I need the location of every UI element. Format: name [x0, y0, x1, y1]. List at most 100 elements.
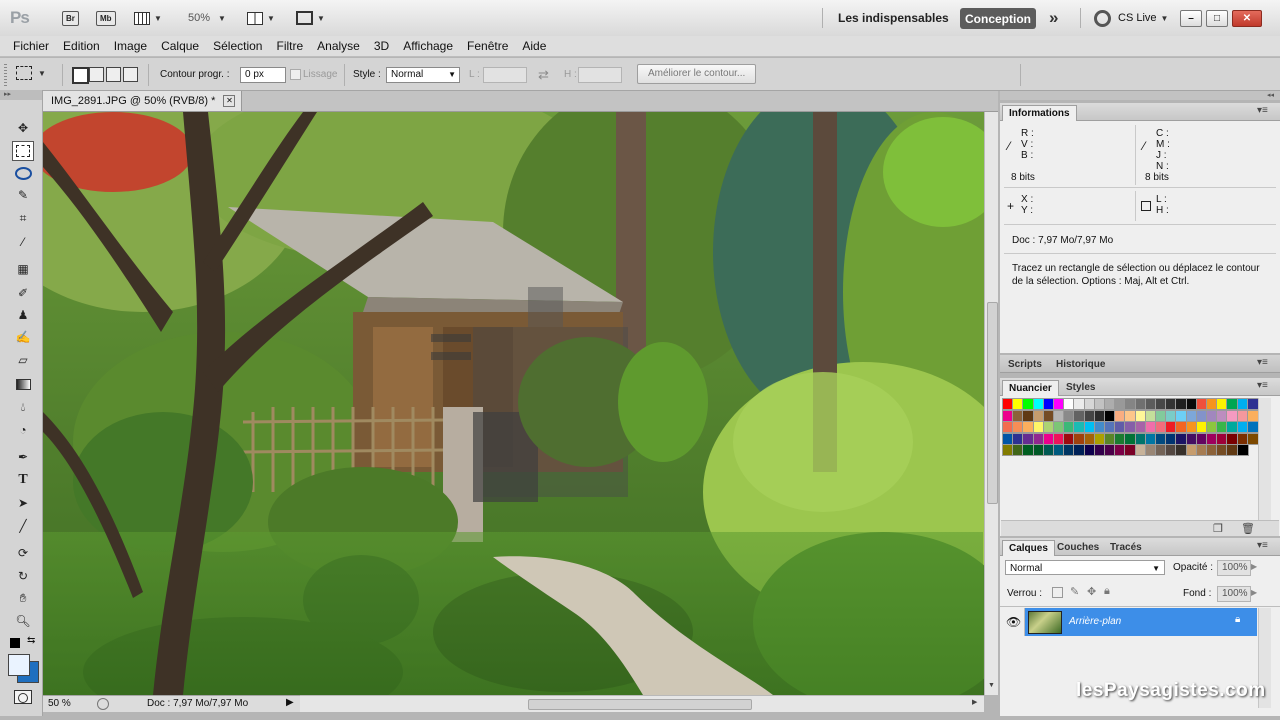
eye-icon[interactable]: 👁︎: [1006, 615, 1021, 629]
pen-tool-icon[interactable]: ✒: [12, 447, 34, 467]
color-swatch[interactable]: [1114, 444, 1127, 456]
close-document-button[interactable]: ✕: [223, 95, 236, 107]
line-tool-icon[interactable]: ╱: [12, 516, 34, 536]
color-swatch[interactable]: [1104, 432, 1116, 445]
color-swatch[interactable]: [1246, 398, 1259, 410]
color-swatch[interactable]: [1083, 432, 1096, 445]
brush-tool-icon[interactable]: ✐: [12, 283, 34, 303]
status-menu-arrow-icon[interactable]: ▶: [286, 697, 294, 708]
color-swatch[interactable]: [1175, 444, 1188, 456]
workspace-essentials[interactable]: Les indispensables: [838, 11, 949, 25]
new-selection-mode-button[interactable]: [72, 67, 89, 84]
color-swatch[interactable]: [1124, 444, 1137, 456]
feather-input[interactable]: 0 px: [240, 67, 286, 83]
color-swatch[interactable]: [1175, 409, 1188, 422]
color-swatch[interactable]: [1073, 444, 1086, 456]
style-select[interactable]: Normal ▼: [386, 67, 460, 83]
tool-preset-picker[interactable]: ▼: [16, 66, 46, 80]
color-swatch[interactable]: [1165, 409, 1178, 422]
color-swatch[interactable]: [1093, 432, 1106, 445]
quick-selection-tool-icon[interactable]: ✎: [12, 185, 34, 205]
lock-all-icon[interactable]: 🔒︎: [1104, 585, 1110, 598]
tab-channels[interactable]: Couches: [1051, 540, 1105, 555]
menu-file[interactable]: Fichier: [6, 39, 56, 53]
menu-analysis[interactable]: Analyse: [310, 39, 367, 53]
eyedropper-tool-icon[interactable]: ⁄: [12, 232, 34, 252]
menu-window[interactable]: Fenêtre: [460, 39, 515, 53]
color-swatch[interactable]: [1246, 421, 1259, 433]
menu-layer[interactable]: Calque: [154, 39, 206, 53]
color-swatch[interactable]: [1155, 421, 1167, 433]
color-swatch[interactable]: [1134, 432, 1147, 445]
color-swatch[interactable]: [1134, 421, 1147, 433]
color-swatch[interactable]: [1093, 398, 1106, 410]
menu-edit[interactable]: Edition: [56, 39, 107, 53]
color-swatch[interactable]: [1002, 444, 1014, 456]
layer-row-background[interactable]: 👁︎ Arrière-plan 🔒︎: [1001, 608, 1257, 636]
crop-tool-icon[interactable]: ⌗: [12, 208, 34, 228]
scroll-right-arrow-icon[interactable]: ▶: [972, 698, 977, 706]
tab-styles[interactable]: Styles: [1060, 380, 1101, 395]
color-swatch[interactable]: [1155, 432, 1167, 445]
color-swatch[interactable]: [1236, 432, 1249, 445]
color-swatch[interactable]: [1053, 421, 1065, 433]
color-swatch[interactable]: [1155, 444, 1167, 456]
color-swatch[interactable]: [1114, 398, 1127, 410]
color-swatch[interactable]: [1206, 432, 1218, 445]
color-swatch[interactable]: [1002, 432, 1014, 445]
color-swatch[interactable]: [1185, 444, 1198, 456]
tab-swatches[interactable]: Nuancier: [1002, 380, 1059, 396]
color-swatch[interactable]: [1104, 421, 1116, 433]
collapse-tools-button[interactable]: ▸▸: [0, 90, 42, 100]
color-swatch[interactable]: [1236, 409, 1249, 422]
foreground-color-swatch[interactable]: [8, 654, 30, 676]
color-swatch[interactable]: [1032, 421, 1045, 433]
3d-rotate-tool-icon[interactable]: ⟳: [12, 543, 34, 563]
color-swatch[interactable]: [1195, 432, 1208, 445]
spot-healing-tool-icon[interactable]: ▦: [12, 259, 34, 279]
swap-colors-icon[interactable]: ⇆: [27, 635, 35, 646]
color-swatch[interactable]: [1073, 398, 1086, 410]
color-swatch[interactable]: [1114, 409, 1127, 422]
color-swatch[interactable]: [1022, 444, 1035, 456]
mini-bridge-button[interactable]: Mb: [96, 9, 116, 27]
menu-filter[interactable]: Filtre: [269, 39, 310, 53]
color-swatch[interactable]: [1063, 432, 1076, 445]
chevron-right-icon[interactable]: ▶: [1251, 588, 1257, 597]
panel-menu-icon[interactable]: ▾≡: [1257, 357, 1268, 368]
color-swatch[interactable]: [1155, 409, 1167, 422]
color-swatch[interactable]: [1093, 409, 1106, 422]
type-tool-icon[interactable]: T: [12, 470, 34, 490]
horizontal-scroll-thumb[interactable]: [528, 699, 752, 710]
color-swatch[interactable]: [1022, 409, 1035, 422]
color-swatch[interactable]: [1022, 432, 1035, 445]
color-swatch[interactable]: [1012, 421, 1025, 433]
cs-live-menu[interactable]: CS Live ▼: [1118, 12, 1168, 24]
grip-handle[interactable]: [4, 64, 7, 86]
color-swatch[interactable]: [1124, 421, 1137, 433]
color-swatch[interactable]: [1042, 398, 1055, 410]
color-swatch[interactable]: [1144, 409, 1157, 422]
color-swatch[interactable]: [1053, 444, 1065, 456]
color-swatch[interactable]: [1073, 421, 1086, 433]
color-swatch[interactable]: [1226, 432, 1239, 445]
color-swatch[interactable]: [1206, 409, 1218, 422]
color-swatch[interactable]: [1022, 421, 1035, 433]
color-swatch[interactable]: [1124, 432, 1137, 445]
color-swatch[interactable]: [1114, 432, 1127, 445]
color-swatch[interactable]: [1144, 398, 1157, 410]
color-swatch[interactable]: [1165, 432, 1178, 445]
color-swatch[interactable]: [1226, 398, 1239, 410]
color-swatch[interactable]: [1236, 398, 1249, 410]
panel-menu-icon[interactable]: ▾≡: [1257, 540, 1268, 551]
color-swatch[interactable]: [1175, 421, 1188, 433]
vertical-scrollbar[interactable]: ▼: [984, 112, 999, 695]
blend-mode-select[interactable]: Normal ▼: [1005, 560, 1165, 575]
color-swatch[interactable]: [1226, 421, 1239, 433]
color-swatch[interactable]: [1022, 398, 1035, 410]
color-swatch[interactable]: [1185, 421, 1198, 433]
color-swatch[interactable]: [1002, 409, 1014, 422]
color-swatch[interactable]: [1134, 409, 1147, 422]
tab-scripts[interactable]: Scripts: [1002, 357, 1048, 372]
bridge-button[interactable]: Br: [62, 9, 79, 27]
